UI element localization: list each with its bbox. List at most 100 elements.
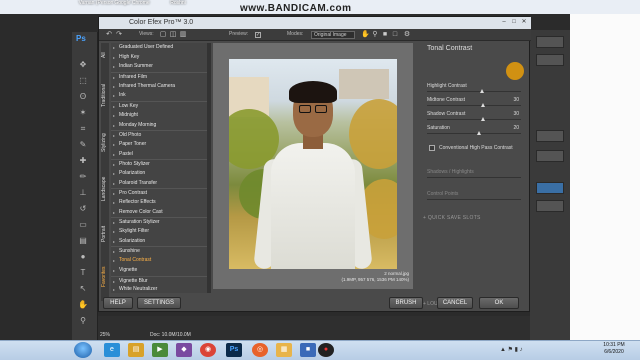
filter-item[interactable]: Infrared Film	[111, 72, 207, 82]
redo-icon[interactable]: ↷	[115, 31, 123, 39]
type-tool-icon[interactable]: T	[78, 268, 88, 278]
preview-checkbox[interactable]: ✓	[255, 32, 261, 38]
settings-button[interactable]: SETTINGS	[137, 297, 181, 309]
ok-button[interactable]: OK	[479, 297, 519, 309]
move-tool-icon[interactable]: ✥	[78, 60, 88, 70]
brush-button[interactable]: BRUSH	[389, 297, 423, 309]
slider-track[interactable]	[427, 133, 521, 134]
dodge-tool-icon[interactable]: ●	[78, 252, 88, 262]
clock[interactable]: 10:31 PM 6/6/2020	[592, 342, 636, 356]
filter-item[interactable]: Photo Stylizer	[111, 159, 207, 170]
filter-item[interactable]: Polaroid Transfer	[111, 179, 207, 189]
filter-item[interactable]: Low Key	[111, 101, 207, 111]
filter-item[interactable]: Tonal Contrast	[111, 256, 207, 266]
filter-item[interactable]: Monday Morning	[111, 121, 207, 131]
side-by-side-icon[interactable]: ▥	[179, 31, 187, 39]
cancel-button[interactable]: CANCEL	[437, 297, 473, 309]
filter-item[interactable]: Paper Toner	[111, 140, 207, 150]
slider-track[interactable]	[427, 105, 521, 106]
slider-knob[interactable]	[481, 103, 486, 107]
zoom-tool-icon[interactable]: ⚲	[78, 316, 88, 326]
undo-icon[interactable]: ↶	[105, 31, 113, 39]
path-tool-icon[interactable]: ↖	[78, 284, 88, 294]
filter-item[interactable]: Infrared Thermal Camera	[111, 82, 207, 92]
slider-track[interactable]	[427, 119, 521, 120]
settings-icon[interactable]: ⚙	[403, 31, 411, 39]
filter-item[interactable]: Solarization	[111, 237, 207, 247]
slider-knob[interactable]	[481, 117, 486, 121]
filter-item[interactable]: Sunshine	[111, 246, 207, 257]
tab-traditional[interactable]: Traditional	[101, 73, 109, 117]
history-brush-tool-icon[interactable]: ↺	[78, 204, 88, 214]
control-points-control[interactable]: Control Points	[427, 191, 521, 203]
heal-tool-icon[interactable]: ✚	[78, 156, 88, 166]
filter-item[interactable]: Vignette	[111, 266, 207, 276]
slider-track[interactable]	[427, 177, 521, 178]
filter-item[interactable]: White Neutralizer	[111, 285, 207, 293]
folder-icon[interactable]: ▦	[276, 343, 292, 357]
tab-stylizing[interactable]: Stylizing	[101, 127, 109, 159]
photoshop-taskbar-icon[interactable]: Ps	[226, 343, 242, 357]
slider-track[interactable]	[427, 91, 521, 92]
filter-item[interactable]: Remove Color Cast	[111, 208, 207, 218]
filter-item[interactable]: Skylight Filter	[111, 227, 207, 237]
slider-track[interactable]	[427, 199, 521, 200]
selected-layer[interactable]	[536, 182, 564, 194]
quick-save-slots-header[interactable]: + QUICK SAVE SLOTS	[423, 215, 481, 221]
filter-item[interactable]: Old Photo	[111, 130, 207, 141]
media-icon[interactable]: ▶	[152, 343, 168, 357]
param-highlight-contrast[interactable]: Highlight Contrast	[427, 83, 521, 95]
app-icon[interactable]: ◆	[176, 343, 192, 357]
filter-item[interactable]: Reflector Effects	[111, 198, 207, 208]
param-midtone-contrast[interactable]: Midtone Contrast 30	[427, 97, 521, 109]
gradient-tool-icon[interactable]: ▤	[78, 236, 88, 246]
folder-icon[interactable]: ▤	[128, 343, 144, 357]
filter-item[interactable]: Saturation Stylizer	[111, 217, 207, 228]
brush-tool-icon[interactable]: ✏	[78, 172, 88, 182]
filter-item[interactable]: Pro Contrast	[111, 188, 207, 199]
filter-item[interactable]: Indian Summer	[111, 62, 207, 72]
filter-item[interactable]: Ink	[111, 91, 207, 101]
panel-swatch[interactable]	[536, 130, 564, 142]
desktop-icon-1[interactable]: Varnan (Person	[76, 0, 116, 14]
slider-knob[interactable]	[476, 131, 481, 135]
hand-icon[interactable]: ✋	[361, 31, 370, 39]
filter-item[interactable]: Pastel	[111, 150, 207, 160]
filter-item[interactable]: Graduated User Defined	[111, 43, 207, 53]
high-pass-checkbox[interactable]	[429, 145, 435, 151]
magic-wand-tool-icon[interactable]: ✶	[78, 108, 88, 118]
lasso-tool-icon[interactable]: ʘ	[78, 92, 88, 102]
filter-scrollbar[interactable]	[207, 43, 211, 293]
panel-swatch[interactable]	[536, 36, 564, 48]
tab-favorites[interactable]: Favorites	[101, 259, 109, 295]
background-icon[interactable]: □	[391, 31, 399, 39]
close-button[interactable]: ✕	[519, 18, 529, 27]
shadows-highlights-control[interactable]: Shadows / Highlights	[427, 169, 521, 181]
crop-tool-icon[interactable]: ⌗	[78, 124, 88, 134]
bandicam-icon[interactable]: ●	[318, 343, 334, 357]
app-icon[interactable]: ■	[300, 343, 316, 357]
desktop-icon-3[interactable]: Roshni	[158, 0, 198, 14]
tab-all[interactable]: All	[101, 45, 109, 65]
modes-select[interactable]: Original Image	[311, 31, 355, 39]
eraser-tool-icon[interactable]: ▭	[78, 220, 88, 230]
param-saturation[interactable]: Saturation 20	[427, 125, 521, 137]
filter-item[interactable]: High Key	[111, 53, 207, 63]
firefox-icon[interactable]: ◎	[252, 343, 268, 357]
help-button[interactable]: HELP	[103, 297, 133, 309]
param-shadow-contrast[interactable]: Shadow Contrast 30	[427, 111, 521, 123]
panel-swatch[interactable]	[536, 54, 564, 66]
stamp-tool-icon[interactable]: ⊥	[78, 188, 88, 198]
marquee-tool-icon[interactable]: ⬚	[78, 76, 88, 86]
ie-icon[interactable]: e	[104, 343, 120, 357]
zoom-icon[interactable]: ⚲	[371, 31, 379, 39]
maximize-button[interactable]: □	[509, 18, 519, 27]
hand-tool-icon[interactable]: ✋	[78, 300, 88, 310]
tab-landscape[interactable]: Landscape	[101, 169, 109, 209]
start-button[interactable]	[74, 342, 92, 358]
filter-item[interactable]: Polarization	[111, 169, 207, 179]
chrome-icon[interactable]: ◉	[200, 343, 216, 357]
slider-knob[interactable]	[479, 89, 484, 93]
single-view-icon[interactable]: ▢	[159, 31, 167, 39]
panel-swatch[interactable]	[536, 150, 564, 162]
